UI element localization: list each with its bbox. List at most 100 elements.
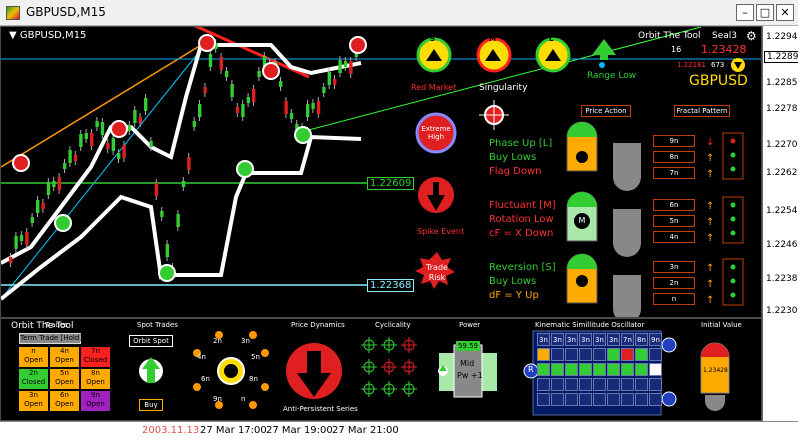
candle-body (235, 107, 240, 113)
trade-cell[interactable]: 2n Closed (19, 369, 48, 389)
trade-cell[interactable]: 8n Open (81, 369, 110, 389)
kinematic-cell (607, 393, 620, 406)
dial-label: 3n (241, 337, 250, 345)
kinematic-cell (649, 378, 662, 391)
phase-title: Phase Up [L] (489, 138, 553, 149)
candle-body (117, 153, 121, 159)
maximize-button[interactable]: □ (756, 4, 774, 21)
candle-body (219, 57, 223, 70)
svg-text:↑: ↑ (706, 217, 714, 228)
trade-cell[interactable]: 4n Open (50, 347, 79, 367)
chart-symbol-text: GBPUSD,M15 (19, 30, 87, 41)
price-tick: 1.22385 (766, 274, 798, 284)
s-signal-letter: S (430, 35, 436, 43)
dial-label: 4n (197, 353, 206, 361)
price-tick: 1.22305 (766, 306, 798, 316)
price-chart-svg: ↓ ↑ ↑ ↑ ↑ ↑ ↑ ↑ ↑ (1, 27, 761, 317)
kinematic-cell (579, 363, 592, 376)
kinematic-header-cell: 3n (537, 333, 550, 346)
candle-body (36, 200, 40, 213)
trades-label: Trades (45, 321, 68, 329)
kinematic-cell (635, 393, 648, 406)
candle-body (52, 181, 56, 187)
frame-box: 2n (653, 277, 695, 289)
phase-line3: cF = X Down (489, 228, 554, 239)
time-label-2: 27 Mar 19:00 (266, 425, 333, 436)
candle-body (289, 113, 294, 119)
dial-label: n (241, 395, 246, 403)
time-axis: 2003.11.13 27 Mar 17:00 27 Mar 19:00 27 … (0, 421, 798, 440)
gear-icon[interactable]: ⚙ (746, 29, 757, 43)
price-tick: 1.22940 (766, 32, 798, 42)
trade-cell-frame: 4n (60, 347, 69, 355)
candle-body (9, 257, 13, 263)
trade-cell[interactable]: 9n Open (81, 391, 110, 411)
candle-body (203, 87, 207, 93)
kinematic-cell (593, 393, 606, 406)
candle-body (63, 163, 67, 169)
price-tick: 1.22855 (766, 78, 798, 88)
cyclicality-crosshairs (361, 337, 417, 397)
trade-cell[interactable]: 6n Open (50, 391, 79, 411)
candle-body (322, 87, 326, 93)
minimize-button[interactable]: – (736, 4, 754, 21)
candle-body (138, 117, 142, 123)
red-market-label: Red Market (411, 83, 457, 92)
range-low-dot (599, 62, 605, 68)
phase-block: Phase Up [L] Buy Lows Flag Down (489, 137, 552, 179)
phase-line3: Flag Down (489, 166, 542, 177)
candle-body (73, 155, 78, 161)
candle-body (165, 244, 169, 257)
phase-line2: Rotation Low (489, 214, 554, 225)
subpanel-scale (762, 318, 798, 421)
close-button[interactable]: ✕ (776, 4, 794, 21)
candle-body (111, 138, 115, 151)
kinematic-cell (551, 363, 564, 376)
price-action-button[interactable]: Price Action (581, 105, 631, 117)
frame-box: 5n (653, 215, 695, 227)
term-trade-hold-button[interactable]: Term Trade [Hold] (19, 333, 82, 344)
main-chart[interactable]: ↓ ↑ ↑ ↑ ↑ ↑ ↑ ↑ ↑ ▼ GBPUSD,M15 1.22609 1.22368… (0, 26, 762, 318)
cyan-level-label: 1.22368 (367, 279, 415, 292)
kinematic-header-cell: 3n (579, 333, 592, 346)
candle-body (252, 89, 256, 102)
kinematic-cell (607, 363, 620, 376)
fractal-pattern-button[interactable]: Fractal Pattern (674, 105, 730, 117)
kinematic-cell (607, 378, 620, 391)
trade-cell[interactable]: 3n Open (19, 391, 48, 411)
candle-body (241, 104, 245, 117)
svg-text:↑: ↑ (706, 279, 714, 290)
candle-body (257, 71, 261, 77)
trade-cell-frame: 9n (91, 391, 100, 399)
extreme-high-label: Extreme High (421, 125, 451, 141)
candle-body (95, 121, 99, 127)
kinematic-cell (649, 393, 662, 406)
status-light-boxes (722, 132, 744, 306)
kinematic-cell (635, 378, 648, 391)
phase-title: Reversion [S] (489, 262, 556, 273)
orbit-subpanel: Orbit The Tool Trades Term Trade [Hold] … (0, 318, 762, 421)
range-low-arrow (592, 39, 616, 55)
trade-cell-status: Closed (83, 356, 108, 364)
price-tick: 1.22625 (766, 168, 798, 178)
price-tick: 1.22780 (766, 104, 798, 114)
trade-cell[interactable]: 7n Closed (81, 347, 110, 367)
candle-body (90, 133, 94, 146)
frame-box: n (653, 293, 695, 305)
orbit-spot-button[interactable]: Orbit Spot (129, 335, 173, 347)
candle-body (349, 61, 353, 74)
chart-window-icon (6, 6, 20, 20)
kinematic-cell (635, 363, 648, 376)
kinematic-cell (579, 348, 592, 361)
candle-body (57, 177, 61, 190)
mid-label: Mid (460, 359, 475, 368)
candle-body (19, 235, 24, 241)
trade-cell[interactable]: 5n Open (50, 369, 79, 389)
kinematic-cell (621, 348, 634, 361)
candle-body (279, 81, 283, 87)
candle-body (176, 214, 180, 227)
header-num1: 16 (671, 45, 682, 54)
buy-button[interactable]: Buy (139, 399, 163, 411)
candle-body (149, 141, 153, 147)
trade-cell[interactable]: n Open (19, 347, 48, 367)
